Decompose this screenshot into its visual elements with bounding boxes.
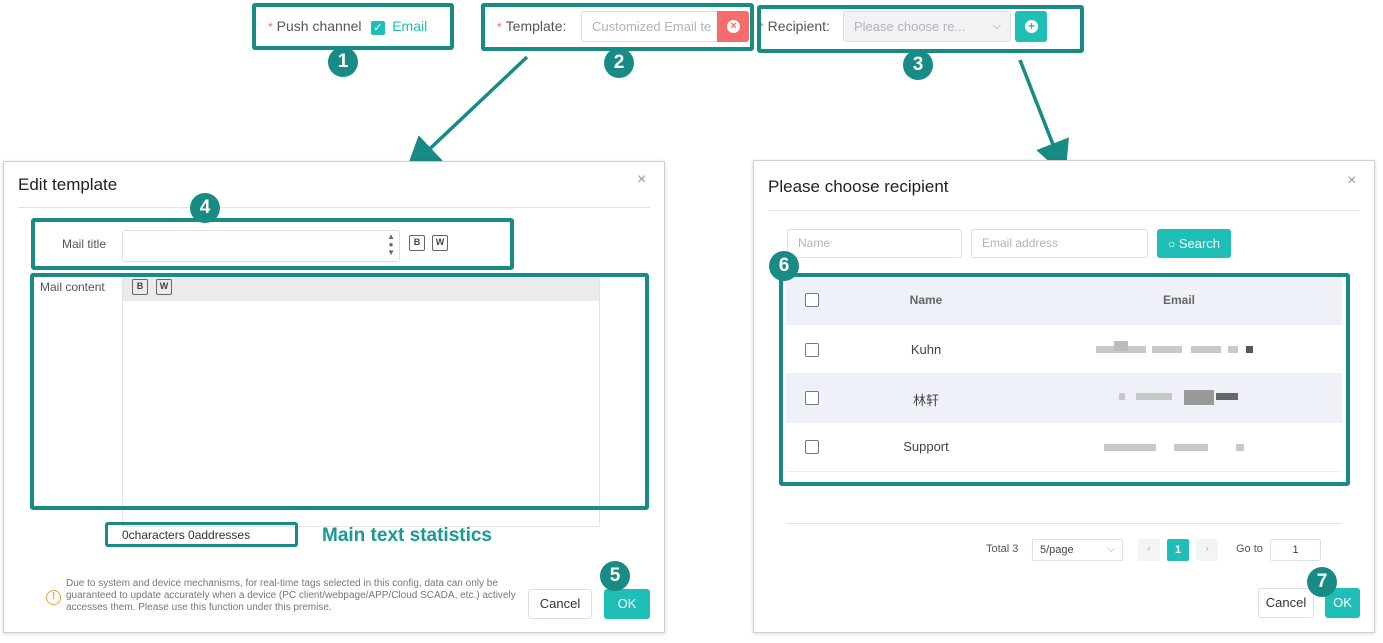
- edit-template-title: Edit template: [18, 175, 118, 194]
- search-label: Search: [1178, 236, 1221, 251]
- search-button[interactable]: ○ Search: [1157, 229, 1231, 258]
- badge-6: 6: [769, 251, 799, 281]
- email-placeholder: Email address: [982, 236, 1059, 250]
- next-page-button[interactable]: ›: [1196, 539, 1218, 561]
- name-placeholder: Name: [798, 236, 831, 250]
- name-search-input[interactable]: Name: [787, 229, 962, 258]
- pagination-divider: [786, 523, 1342, 524]
- warning-icon: !: [46, 590, 61, 605]
- title-divider: [768, 210, 1360, 211]
- page-size-value: 5/page: [1040, 544, 1074, 556]
- highlight-6: [779, 273, 1350, 486]
- total-count: Total 3: [986, 543, 1019, 555]
- chevron-down-icon: ⌵: [1107, 544, 1115, 555]
- search-icon: ○: [1167, 237, 1176, 251]
- recipient-dialog-title: Please choose recipient: [768, 177, 949, 196]
- edit-ok-button[interactable]: OK: [604, 589, 650, 619]
- badge-5: 5: [600, 561, 630, 591]
- email-search-input[interactable]: Email address: [971, 229, 1148, 258]
- highlight-4: [31, 218, 514, 270]
- page-size-select[interactable]: 5/page ⌵: [1032, 539, 1123, 561]
- goto-input[interactable]: 1: [1270, 539, 1321, 561]
- badge-7: 7: [1307, 567, 1337, 597]
- close-icon[interactable]: ×: [1347, 172, 1356, 190]
- badge-4: 4: [190, 193, 220, 223]
- recipient-cancel-button[interactable]: Cancel: [1258, 588, 1314, 618]
- edit-cancel-button[interactable]: Cancel: [528, 589, 592, 619]
- current-page-button[interactable]: 1: [1167, 539, 1189, 561]
- close-icon[interactable]: ×: [637, 171, 646, 189]
- notice-text: Due to system and device mechanisms, for…: [66, 578, 516, 613]
- stats-caption: Main text statistics: [322, 525, 492, 546]
- prev-page-button[interactable]: ‹: [1138, 539, 1160, 561]
- highlight-stats: [105, 522, 298, 547]
- goto-label: Go to: [1236, 543, 1263, 555]
- goto-value: 1: [1292, 544, 1299, 556]
- highlight-content: [30, 273, 649, 510]
- title-divider: [18, 207, 650, 208]
